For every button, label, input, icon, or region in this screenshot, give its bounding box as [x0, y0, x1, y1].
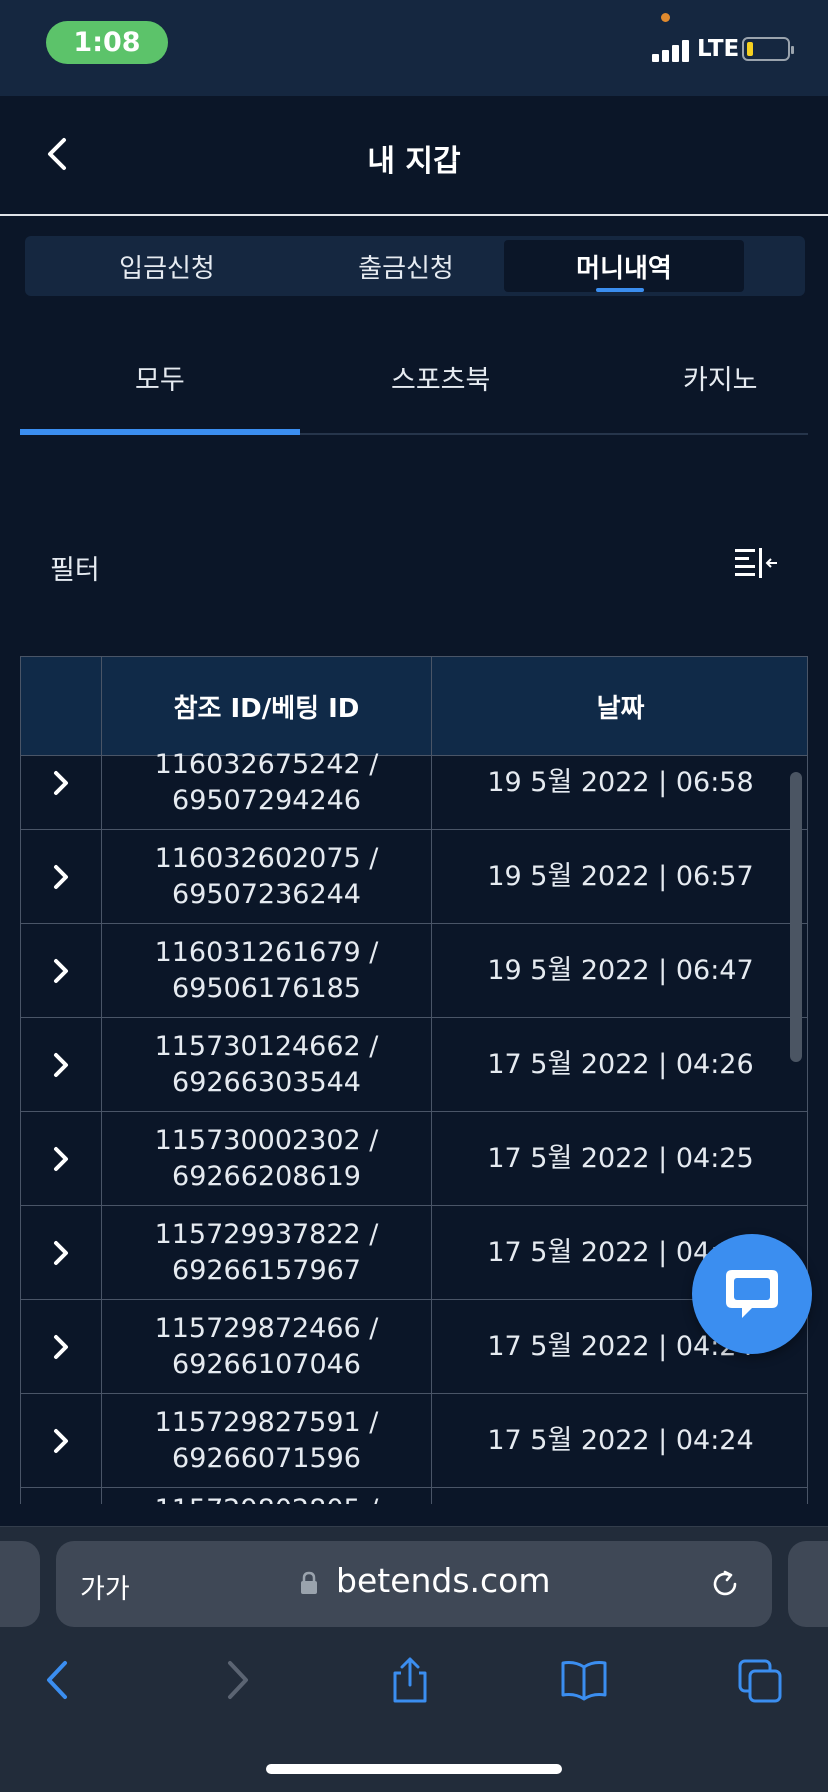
expand-chevron-icon[interactable] — [21, 924, 102, 1017]
bet-id: 69266303544 — [172, 1066, 361, 1098]
bookmarks-icon[interactable] — [559, 1655, 609, 1705]
signal-icon — [652, 40, 692, 62]
table-row[interactable]: 116032675242 / 69507294246 19 5월 2022 | 0… — [20, 736, 808, 830]
expand-chevron-icon[interactable] — [21, 736, 102, 829]
date-cell: 19 5월 2022 | 06:58 — [487, 766, 754, 798]
bet-id: 69266157967 — [172, 1254, 361, 1286]
reference-id: 115730002302 / — [154, 1124, 379, 1156]
bet-id: 69507236244 — [172, 878, 361, 910]
money-history-table: 참조 ID/베팅 ID 날짜 116032675242 /69507294246… — [20, 656, 808, 1504]
category-tabs: 모두 스포츠북 카지노 — [20, 340, 808, 435]
reference-id-cell: 115729827591 / 69266071596 — [102, 1394, 432, 1487]
expand-chevron-icon[interactable] — [21, 830, 102, 923]
table-row[interactable]: 115729802805 / — [20, 1488, 808, 1504]
lock-icon — [301, 1571, 317, 1594]
tab-money-history-label: 머니내역 — [576, 253, 672, 284]
status-time: 1:08 — [46, 21, 168, 64]
table-row[interactable]: 115729827591 / 69266071596 17 5월 2022 | 0… — [20, 1394, 808, 1488]
next-tab-preview[interactable] — [788, 1541, 828, 1627]
date-cell: 19 5월 2022 | 06:57 — [487, 860, 754, 892]
expand-chevron-icon[interactable] — [21, 1018, 102, 1111]
browser-toolbar: 가가 betends.com — [0, 1526, 828, 1792]
chat-bubble-icon — [726, 1270, 778, 1318]
home-indicator — [266, 1764, 562, 1774]
active-subtab-indicator — [20, 429, 300, 435]
reference-id-cell: 115729802805 / — [102, 1488, 432, 1504]
privacy-indicator-dot — [661, 13, 670, 22]
page-title: 내 지갑 — [367, 144, 461, 179]
forward-icon[interactable] — [212, 1655, 262, 1705]
network-label: LTE — [697, 36, 740, 62]
bet-id: 69266208619 — [172, 1160, 361, 1192]
previous-tab-preview[interactable] — [0, 1541, 40, 1627]
subtab-sportsbook[interactable]: 스포츠북 — [391, 358, 490, 397]
reference-id-cell: 115730124662 / 69266303544 — [102, 1018, 432, 1111]
filter-collapse-icon[interactable] — [733, 546, 779, 582]
date-cell — [432, 1488, 808, 1504]
battery-icon — [742, 37, 794, 61]
back-icon[interactable] — [33, 1655, 83, 1705]
status-bar: 1:08 LTE — [0, 0, 828, 96]
subtab-casino[interactable]: 카지노 — [683, 358, 758, 397]
date-cell: 17 5월 2022 | 04:26 — [487, 1048, 754, 1080]
table-row[interactable]: 116032602075 / 69507236244 19 5월 2022 | 0… — [20, 830, 808, 924]
reference-id: 115729937822 / — [154, 1218, 379, 1250]
bet-id: 69506176185 — [172, 972, 361, 1004]
expand-chevron-icon[interactable] — [21, 1112, 102, 1205]
reload-icon[interactable] — [708, 1567, 742, 1601]
table-row[interactable]: 116031261679 / 69506176185 19 5월 2022 | 0… — [20, 924, 808, 1018]
bet-id: 69266107046 — [172, 1348, 361, 1380]
table-row[interactable]: 115729872466 /69266107046 17 5월 2022 | 0… — [20, 1300, 808, 1394]
reference-id: 116031261679 / — [154, 936, 379, 968]
expand-chevron-icon[interactable] — [21, 1206, 102, 1299]
tab-money-history[interactable]: 머니내역 — [504, 240, 744, 292]
reference-id: 115730124662 / — [154, 1030, 379, 1062]
url-text: betends.com — [336, 1561, 551, 1600]
page-header: 내 지갑 — [0, 96, 828, 216]
reference-id-cell: 115729937822 / 69266157967 — [102, 1206, 432, 1299]
reference-id-cell: 115729872466 / 69266107046 — [102, 1300, 432, 1393]
table-row[interactable]: 115730002302 / 69266208619 17 5월 2022 | 0… — [20, 1112, 808, 1206]
reference-id: 116032675242 / — [154, 748, 379, 780]
tab-deposit[interactable]: 입금신청 — [47, 240, 287, 292]
reference-id: 116032602075 / — [154, 842, 379, 874]
active-tab-indicator — [596, 288, 644, 292]
wallet-tabs: 입금신청 출금신청 머니내역 — [25, 236, 805, 296]
bet-id: 69507294246 — [172, 784, 361, 816]
share-icon[interactable] — [385, 1655, 435, 1705]
subtab-all[interactable]: 모두 — [135, 358, 185, 397]
table-row[interactable]: 115729937822 /69266157967 17 5월 2022 | 0… — [20, 1206, 808, 1300]
reference-id-cell: 115730002302 / 69266208619 — [102, 1112, 432, 1205]
expand-chevron-icon[interactable] — [21, 1488, 102, 1504]
tab-withdraw[interactable]: 출금신청 — [286, 240, 526, 292]
expand-chevron-icon[interactable] — [21, 1394, 102, 1487]
date-cell: 19 5월 2022 | 06:47 — [487, 954, 754, 986]
date-cell: 17 5월 2022 | 04:24 — [487, 1424, 754, 1456]
tabs-icon[interactable] — [736, 1655, 786, 1705]
bet-id: 69266071596 — [172, 1442, 361, 1474]
filter-label: 필터 — [50, 555, 100, 586]
reference-id-cell: 116031261679 / 69506176185 — [102, 924, 432, 1017]
address-bar[interactable]: 가가 betends.com — [56, 1541, 772, 1627]
reference-id: 115729802805 / — [155, 1492, 379, 1504]
reference-id: 115729827591 / — [154, 1406, 379, 1438]
table-row[interactable]: 115730124662 / 69266303544 17 5월 2022 | 0… — [20, 1018, 808, 1112]
date-cell: 17 5월 2022 | 04:25 — [487, 1142, 754, 1174]
chat-button[interactable] — [692, 1234, 812, 1354]
reference-id: 115729872466 / — [154, 1312, 379, 1344]
reference-id-cell: 116032675242 / 69507294246 — [102, 736, 432, 829]
table-scrollbar[interactable] — [790, 772, 802, 1062]
reference-id-cell: 116032602075 / 69507236244 — [102, 830, 432, 923]
text-size-button[interactable]: 가가 — [80, 1567, 130, 1606]
expand-chevron-icon[interactable] — [21, 1300, 102, 1393]
